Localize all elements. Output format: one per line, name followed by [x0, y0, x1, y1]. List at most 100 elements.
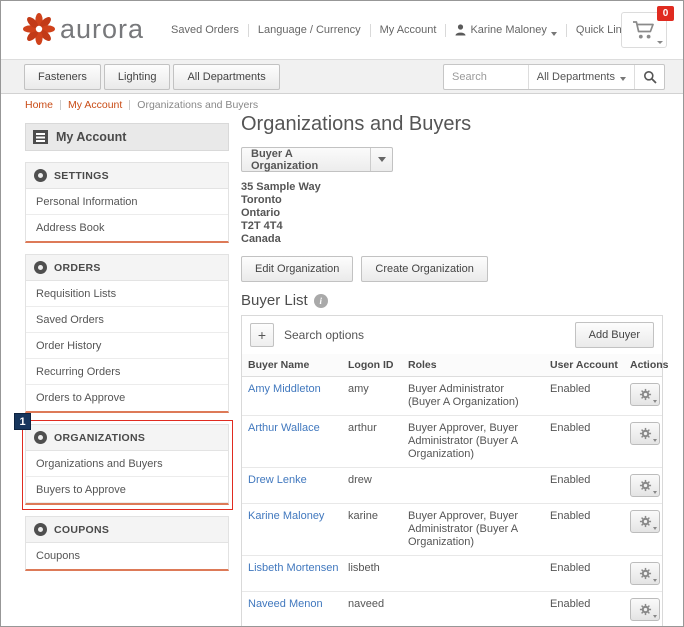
expand-search-options-button[interactable]: + [250, 323, 274, 347]
search-scope-value: All Departments [537, 71, 615, 83]
aurora-logo[interactable]: aurora [23, 13, 144, 45]
row-actions-button[interactable] [630, 474, 660, 497]
buyer-name-link[interactable]: Drew Lenke [248, 474, 307, 486]
roles-cell: Buyer Approver, Buyer Administrator (Buy… [402, 504, 544, 556]
person-icon [455, 24, 466, 36]
dept-lighting-button[interactable]: Lighting [104, 64, 171, 90]
sidebar-section-orders: ORDERS Requisition Lists Saved Orders Or… [25, 254, 229, 413]
organization-selector[interactable]: Buyer A Organization [241, 147, 393, 172]
table-row: Arthur Wallace arthur Buyer Approver, Bu… [242, 416, 662, 468]
sidebar-item-requisition-lists[interactable]: Requisition Lists [26, 281, 228, 307]
buyer-list-heading: Buyer List i [241, 292, 663, 309]
dept-fasteners-button[interactable]: Fasteners [24, 64, 101, 90]
department-navbar: Fasteners Lighting All Departments All D… [1, 59, 683, 94]
col-actions: Actions [624, 354, 662, 377]
roles-cell [402, 556, 544, 592]
address-line: 35 Sample Way [241, 181, 663, 194]
department-buttons: Fasteners Lighting All Departments [24, 64, 280, 90]
search-submit-button[interactable] [634, 65, 664, 89]
nav-saved-orders[interactable]: Saved Orders [171, 24, 239, 36]
row-actions-button[interactable] [630, 422, 660, 445]
user-account-cell: Enabled [544, 504, 624, 556]
chevron-down-icon [653, 439, 657, 442]
organizations-section-header: ORGANIZATIONS [26, 425, 228, 451]
chevron-down-icon [653, 527, 657, 530]
create-organization-button[interactable]: Create Organization [361, 256, 487, 282]
sidebar-item-recurring-orders[interactable]: Recurring Orders [26, 359, 228, 385]
sidebar-item-order-history[interactable]: Order History [26, 333, 228, 359]
search-scope-dropdown[interactable]: All Departments [528, 65, 634, 89]
row-actions-button[interactable] [630, 562, 660, 585]
settings-icon [34, 169, 47, 182]
row-actions-button[interactable] [630, 598, 660, 621]
search-bar: All Departments [443, 64, 665, 90]
chevron-down-icon [370, 148, 392, 171]
sidebar-item-buyers-to-approve[interactable]: Buyers to Approve [26, 477, 228, 503]
sidebar-item-personal-information[interactable]: Personal Information [26, 189, 228, 215]
breadcrumb-my-account[interactable]: My Account [68, 99, 122, 111]
edit-organization-button[interactable]: Edit Organization [241, 256, 353, 282]
search-options-label[interactable]: Search options [284, 328, 364, 342]
roles-cell [402, 468, 544, 504]
chevron-down-icon [653, 400, 657, 403]
nav-language-currency[interactable]: Language / Currency [258, 24, 361, 36]
nav-user-menu[interactable]: Karine Maloney [455, 24, 556, 36]
buyer-table-header-row: Buyer Name Logon ID Roles User Account A… [242, 354, 662, 377]
col-roles: Roles [402, 354, 544, 377]
dept-all-departments-button[interactable]: All Departments [173, 64, 279, 90]
buyer-name-link[interactable]: Amy Middleton [248, 383, 321, 395]
sidebar-item-saved-orders[interactable]: Saved Orders [26, 307, 228, 333]
sidebar-item-coupons[interactable]: Coupons [26, 543, 228, 569]
table-row: Lisbeth Mortensen lisbeth Enabled [242, 556, 662, 592]
logon-id-cell: amy [342, 377, 402, 416]
sidebar-item-address-book[interactable]: Address Book [26, 215, 228, 241]
search-input[interactable] [444, 71, 528, 83]
user-account-cell: Enabled [544, 468, 624, 504]
user-account-cell: Enabled [544, 377, 624, 416]
mini-cart-button[interactable]: 0 [621, 12, 667, 48]
main-content: Organizations and Buyers Buyer A Organiz… [241, 113, 663, 627]
chevron-down-icon [653, 615, 657, 618]
nav-my-account[interactable]: My Account [380, 24, 437, 36]
user-account-cell: Enabled [544, 556, 624, 592]
coupons-icon [34, 523, 47, 536]
buyer-name-link[interactable]: Arthur Wallace [248, 422, 320, 434]
cart-icon [632, 20, 656, 40]
divider [370, 24, 371, 37]
sidebar-section-settings: SETTINGS Personal Information Address Bo… [25, 162, 229, 243]
user-account-cell: Enabled [544, 416, 624, 468]
chevron-down-icon [653, 579, 657, 582]
gear-icon [639, 567, 652, 580]
buyer-name-link[interactable]: Naveed Menon [248, 598, 323, 610]
buyer-table: Buyer Name Logon ID Roles User Account A… [242, 354, 662, 627]
sidebar-title-bar: My Account [25, 123, 229, 151]
logon-id-cell: lisbeth [342, 556, 402, 592]
storefront-window: aurora Saved Orders Language / Currency … [0, 0, 684, 627]
user-name: Karine Maloney [470, 24, 546, 36]
site-header: aurora Saved Orders Language / Currency … [1, 1, 683, 59]
buyer-name-link[interactable]: Karine Maloney [248, 510, 324, 522]
breadcrumb-home[interactable]: Home [25, 99, 53, 111]
logon-id-cell: drew [342, 468, 402, 504]
sidebar-item-orders-to-approve[interactable]: Orders to Approve [26, 385, 228, 411]
row-actions-button[interactable] [630, 383, 660, 406]
info-icon[interactable]: i [314, 294, 328, 308]
sidebar-item-organizations-and-buyers[interactable]: Organizations and Buyers [26, 451, 228, 477]
add-buyer-button[interactable]: Add Buyer [575, 322, 654, 348]
chevron-down-icon [620, 77, 626, 81]
settings-section-header: SETTINGS [26, 163, 228, 189]
gear-icon [639, 603, 652, 616]
logon-id-cell: arthur [342, 416, 402, 468]
table-row: Karine Maloney karine Buyer Approver, Bu… [242, 504, 662, 556]
address-line: Ontario [241, 207, 663, 220]
row-actions-button[interactable] [630, 510, 660, 533]
buyer-name-link[interactable]: Lisbeth Mortensen [248, 562, 339, 574]
address-line: Canada [241, 233, 663, 246]
breadcrumb: Home My Account Organizations and Buyers [25, 99, 258, 111]
annotation-badge-1: 1 [14, 413, 31, 430]
coupons-section-header: COUPONS [26, 517, 228, 543]
divider [60, 100, 61, 110]
gear-icon [639, 479, 652, 492]
buyer-list-title: Buyer List [241, 292, 308, 309]
address-line: T2T 4T4 [241, 220, 663, 233]
